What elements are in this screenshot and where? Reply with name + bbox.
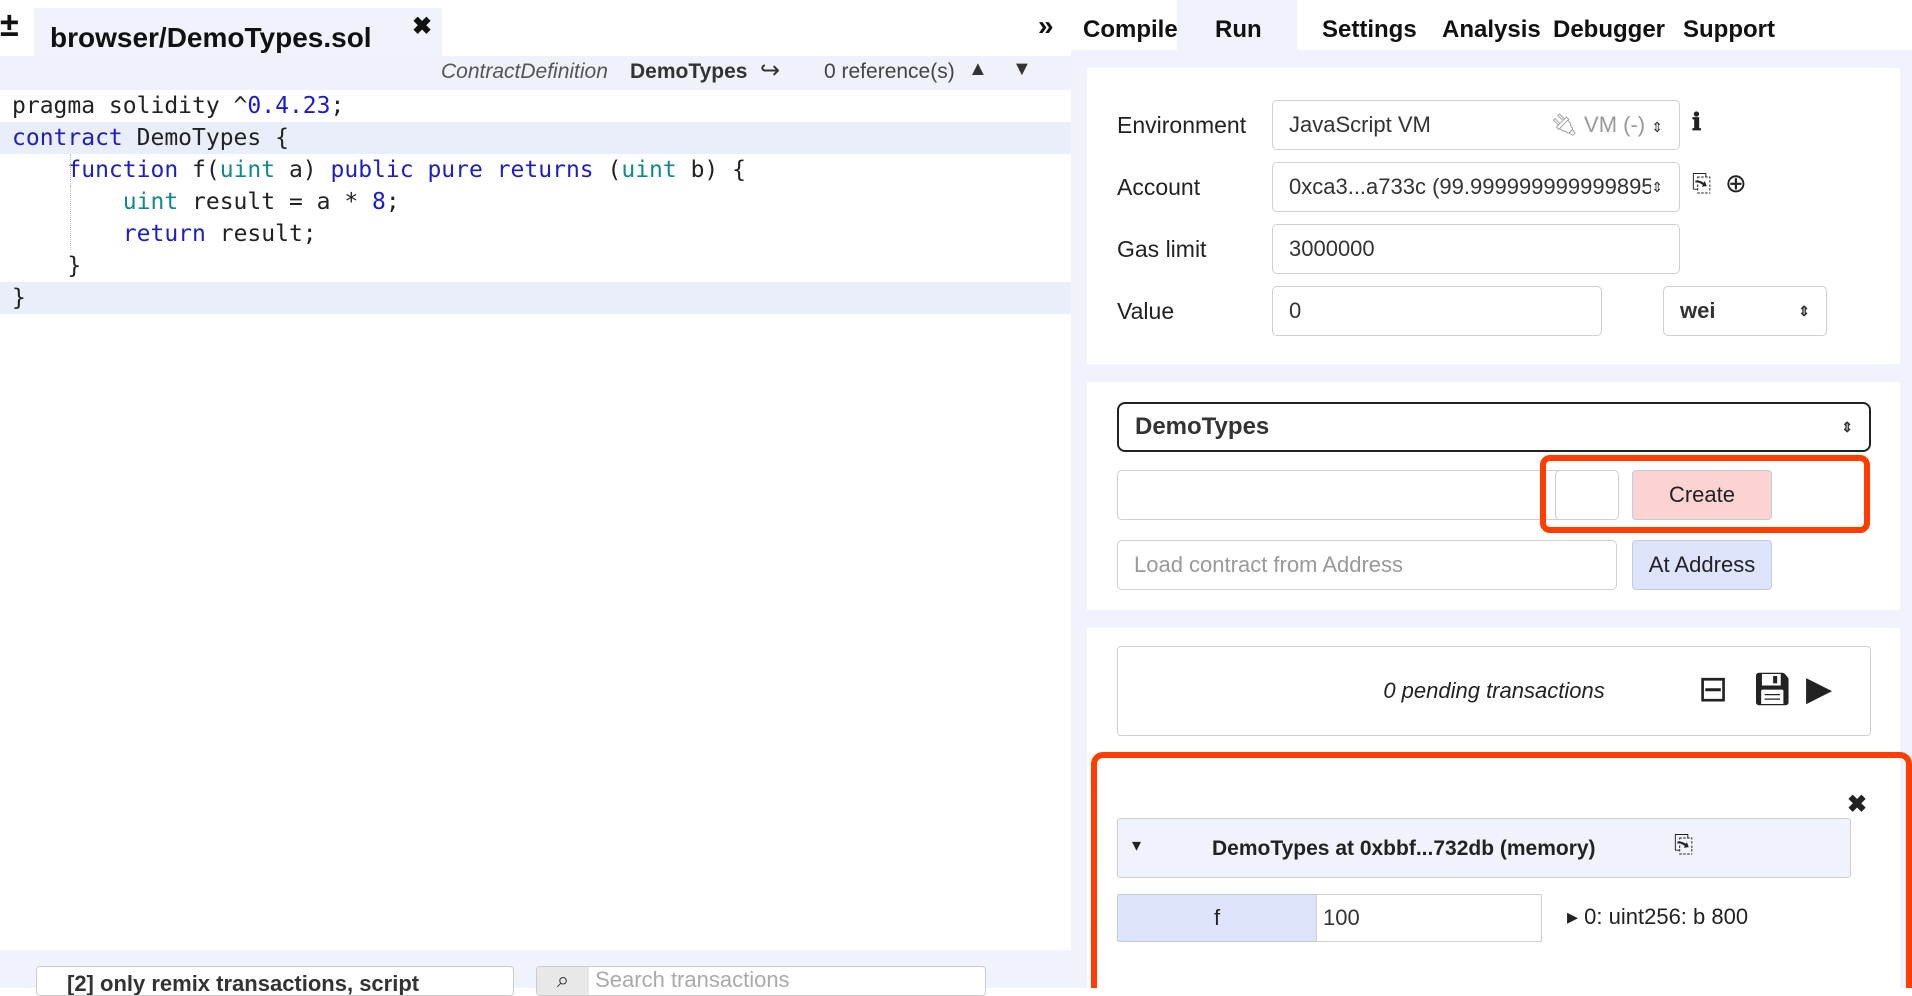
search-icon: ⌕ xyxy=(537,967,589,995)
environment-value: JavaScript VM xyxy=(1289,112,1431,137)
tab-analysis[interactable]: Analysis xyxy=(1442,16,1541,44)
tab-support[interactable]: Support xyxy=(1683,16,1775,44)
contract-select[interactable]: DemoTypes ⇕ xyxy=(1117,402,1871,452)
save-icon[interactable]: 💾︎ xyxy=(1752,669,1793,709)
gas-limit-label: Gas limit xyxy=(1117,236,1207,262)
context-type: ContractDefinition xyxy=(441,60,608,83)
value-unit-select[interactable]: wei ⇕ xyxy=(1663,286,1827,336)
select-arrows-icon: ⇕ xyxy=(1798,303,1810,319)
minus-square-icon[interactable]: ⊟ xyxy=(1698,669,1728,709)
context-bar: ContractDefinition DemoTypes ↪ 0 referen… xyxy=(0,56,1071,90)
search-transactions-input[interactable]: ⌕ Search transactions xyxy=(536,966,986,996)
info-icon[interactable]: ℹ xyxy=(1692,108,1701,137)
tab-run[interactable]: Run xyxy=(1177,0,1297,50)
code-line[interactable]: function f(uint a) public pure returns (… xyxy=(0,154,1071,186)
contract-select-value: DemoTypes xyxy=(1135,413,1270,440)
code-line[interactable]: } xyxy=(0,250,1071,282)
close-icon[interactable]: ✖ xyxy=(412,12,432,41)
script-filter-button[interactable]: [2] only remix transactions, script xyxy=(36,966,514,996)
account-value: 0xca3...a733c (99.99999999999989599 xyxy=(1289,174,1652,199)
editor-panel: ± browser/DemoTypes.sol ✖ » ContractDefi… xyxy=(0,0,1071,996)
chevron-double-right-icon[interactable]: » xyxy=(1038,10,1054,42)
code-line[interactable]: } xyxy=(0,282,1071,314)
code-editor[interactable]: pragma solidity ^0.4.23; contract DemoTyp… xyxy=(0,90,1071,950)
gas-limit-input[interactable]: 3000000 xyxy=(1272,224,1680,274)
value-input[interactable]: 0 xyxy=(1272,286,1602,336)
pending-transactions: 0 pending transactions xyxy=(1383,678,1605,703)
highlight-box-create xyxy=(1540,455,1870,533)
environment-select[interactable]: JavaScript VM 🔌︎ VM (-) ⇕ xyxy=(1272,100,1680,150)
references-count: 0 reference(s) xyxy=(824,60,955,83)
panel-tabs: Compile Run Settings Analysis Debugger Suppor… xyxy=(1071,0,1912,50)
value-label: Value xyxy=(1117,298,1175,324)
value-unit: wei xyxy=(1680,298,1716,323)
run-panel: Compile Run Settings Analysis Debugger Suppor… xyxy=(1071,0,1912,988)
chevron-up-icon[interactable]: ▲ xyxy=(968,58,988,81)
file-tab[interactable]: browser/DemoTypes.sol ✖ xyxy=(34,8,442,58)
search-placeholder: Search transactions xyxy=(595,967,790,992)
load-address-placeholder: Load contract from Address xyxy=(1134,552,1404,577)
environment-badge: 🔌︎ VM (-) ⇕ xyxy=(1549,112,1663,137)
tab-debugger[interactable]: Debugger xyxy=(1553,16,1665,44)
copy-icon[interactable]: ⎘ xyxy=(1692,170,1711,198)
load-address-input[interactable]: Load contract from Address xyxy=(1117,540,1617,590)
editor-tabbar: ± browser/DemoTypes.sol ✖ » xyxy=(0,0,1071,58)
select-arrows-icon: ⇕ xyxy=(1651,179,1663,195)
code-line[interactable]: pragma solidity ^0.4.23; xyxy=(0,90,1071,122)
account-label: Account xyxy=(1117,174,1201,200)
account-select[interactable]: 0xca3...a733c (99.99999999999989599 ⇕ xyxy=(1272,162,1680,212)
plus-minus-icon[interactable]: ± xyxy=(0,8,19,42)
indent-guide xyxy=(70,186,71,250)
goto-definition-icon[interactable]: ↪ xyxy=(760,56,780,85)
terminal-bar: [2] only remix transactions, script ⌕ Se… xyxy=(0,950,1071,996)
plug-icon: 🔌︎ xyxy=(1549,112,1578,137)
code-line[interactable]: contract DemoTypes { xyxy=(0,122,1071,154)
environment-card: Environment JavaScript VM 🔌︎ VM (-) ⇕ ℹ … xyxy=(1087,68,1900,364)
play-icon[interactable]: ▶ xyxy=(1806,669,1832,709)
code-line[interactable]: uint result = a * 8; xyxy=(0,186,1071,218)
context-name[interactable]: DemoTypes xyxy=(630,60,747,84)
plus-circle-icon[interactable]: ⊕ xyxy=(1725,168,1747,199)
at-address-button[interactable]: At Address xyxy=(1632,540,1772,590)
code-line[interactable]: return result; xyxy=(0,218,1071,250)
file-tab-name[interactable]: browser/DemoTypes.sol xyxy=(50,22,372,54)
tab-compile[interactable]: Compile xyxy=(1083,16,1178,44)
select-arrows-icon: ⇕ xyxy=(1841,419,1853,435)
chevron-down-icon[interactable]: ▼ xyxy=(1012,58,1032,81)
tab-settings[interactable]: Settings xyxy=(1322,16,1417,44)
pending-transactions-box: 0 pending transactions ⊟ 💾︎ ▶ xyxy=(1117,646,1871,736)
highlight-box-instance xyxy=(1091,752,1912,988)
select-arrows-icon: ⇕ xyxy=(1651,119,1663,135)
environment-label: Environment xyxy=(1117,112,1247,138)
